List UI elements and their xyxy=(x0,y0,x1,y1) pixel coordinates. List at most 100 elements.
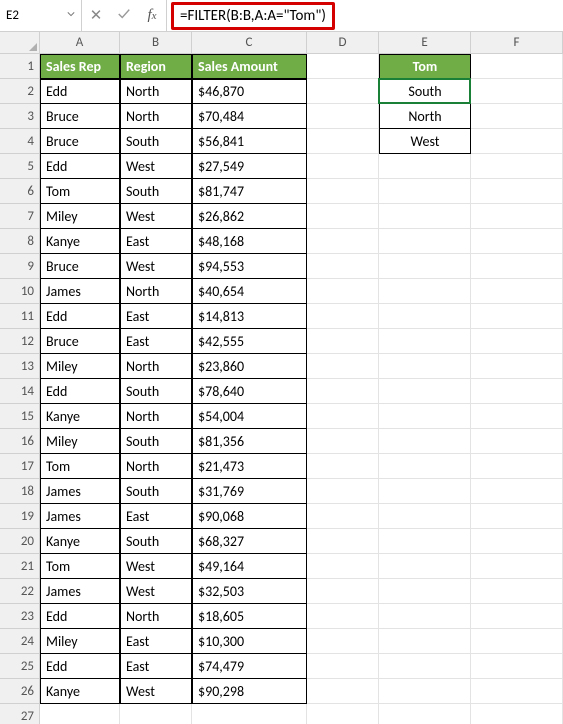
cell-D2[interactable] xyxy=(307,79,379,104)
cell-B18[interactable]: South xyxy=(120,479,192,504)
cell-E4[interactable]: West xyxy=(379,129,471,154)
row-header-10[interactable]: 10 xyxy=(0,279,40,304)
cell-E17[interactable] xyxy=(379,454,471,479)
cell-B22[interactable]: West xyxy=(120,579,192,604)
cell-D4[interactable] xyxy=(307,129,379,154)
cell-B13[interactable]: North xyxy=(120,354,192,379)
formula-input-wrap[interactable]: =FILTER(B:B,A:A="Tom") xyxy=(167,0,563,31)
cell-E16[interactable] xyxy=(379,429,471,454)
cell-C8[interactable]: $48,168 xyxy=(192,229,307,254)
cell-B19[interactable]: East xyxy=(120,504,192,529)
cell-C15[interactable]: $54,004 xyxy=(192,404,307,429)
cell-B7[interactable]: West xyxy=(120,204,192,229)
row-header-17[interactable]: 17 xyxy=(0,454,40,479)
cell-D11[interactable] xyxy=(307,304,379,329)
cell-E19[interactable] xyxy=(379,504,471,529)
insert-function-button[interactable]: fx xyxy=(138,0,166,31)
cell-E12[interactable] xyxy=(379,329,471,354)
name-box[interactable]: E2 xyxy=(0,0,82,31)
cell-A25[interactable]: Edd xyxy=(40,654,120,679)
cell-E20[interactable] xyxy=(379,529,471,554)
cell-B25[interactable]: East xyxy=(120,654,192,679)
cell-A26[interactable]: Kanye xyxy=(40,679,120,704)
row-header-3[interactable]: 3 xyxy=(0,104,40,129)
row-header-25[interactable]: 25 xyxy=(0,654,40,679)
column-header-C[interactable]: C xyxy=(192,32,307,53)
cell-D3[interactable] xyxy=(307,104,379,129)
cell-B16[interactable]: South xyxy=(120,429,192,454)
cell-F13[interactable] xyxy=(471,354,563,379)
cell-C10[interactable]: $40,654 xyxy=(192,279,307,304)
cell-A19[interactable]: James xyxy=(40,504,120,529)
cell-D7[interactable] xyxy=(307,204,379,229)
select-all-triangle[interactable] xyxy=(0,32,40,54)
cell-B14[interactable]: South xyxy=(120,379,192,404)
cell-C7[interactable]: $26,862 xyxy=(192,204,307,229)
cell-F17[interactable] xyxy=(471,454,563,479)
row-header-15[interactable]: 15 xyxy=(0,404,40,429)
cell-D1[interactable] xyxy=(307,54,379,79)
cell-A16[interactable]: Miley xyxy=(40,429,120,454)
cell-B23[interactable]: North xyxy=(120,604,192,629)
cancel-button[interactable]: ✕ xyxy=(82,0,110,31)
row-header-9[interactable]: 9 xyxy=(0,254,40,279)
cell-A8[interactable]: Kanye xyxy=(40,229,120,254)
row-header-23[interactable]: 23 xyxy=(0,604,40,629)
cell-B3[interactable]: North xyxy=(120,104,192,129)
cell-F5[interactable] xyxy=(471,154,563,179)
row-header-19[interactable]: 19 xyxy=(0,504,40,529)
cell-B8[interactable]: East xyxy=(120,229,192,254)
cell-F21[interactable] xyxy=(471,554,563,579)
row-header-11[interactable]: 11 xyxy=(0,304,40,329)
cell-C3[interactable]: $70,484 xyxy=(192,104,307,129)
cell-F25[interactable] xyxy=(471,654,563,679)
cell-D22[interactable] xyxy=(307,579,379,604)
cell-A4[interactable]: Bruce xyxy=(40,129,120,154)
cell-E7[interactable] xyxy=(379,204,471,229)
cell-E6[interactable] xyxy=(379,179,471,204)
cell-F4[interactable] xyxy=(471,129,563,154)
cell-A18[interactable]: James xyxy=(40,479,120,504)
cell-C9[interactable]: $94,553 xyxy=(192,254,307,279)
row-header-4[interactable]: 4 xyxy=(0,129,40,154)
cell-A27[interactable] xyxy=(40,704,120,724)
cell-A2[interactable]: Edd xyxy=(40,79,120,104)
cell-C22[interactable]: $32,503 xyxy=(192,579,307,604)
cell-E22[interactable] xyxy=(379,579,471,604)
cell-D25[interactable] xyxy=(307,654,379,679)
cell-B20[interactable]: South xyxy=(120,529,192,554)
cell-A6[interactable]: Tom xyxy=(40,179,120,204)
cell-A11[interactable]: Edd xyxy=(40,304,120,329)
cell-E11[interactable] xyxy=(379,304,471,329)
cell-B11[interactable]: East xyxy=(120,304,192,329)
column-header-E[interactable]: E xyxy=(379,32,471,53)
cell-B1[interactable]: Region xyxy=(120,54,192,79)
cell-F23[interactable] xyxy=(471,604,563,629)
row-header-7[interactable]: 7 xyxy=(0,204,40,229)
cell-C19[interactable]: $90,068 xyxy=(192,504,307,529)
cell-F1[interactable] xyxy=(471,54,563,79)
cell-D14[interactable] xyxy=(307,379,379,404)
column-header-B[interactable]: B xyxy=(120,32,192,53)
cell-A10[interactable]: James xyxy=(40,279,120,304)
cell-A3[interactable]: Bruce xyxy=(40,104,120,129)
cell-F7[interactable] xyxy=(471,204,563,229)
cell-A23[interactable]: Edd xyxy=(40,604,120,629)
cell-E27[interactable] xyxy=(379,704,471,724)
column-header-D[interactable]: D xyxy=(307,32,379,53)
cell-A17[interactable]: Tom xyxy=(40,454,120,479)
cell-E25[interactable] xyxy=(379,654,471,679)
cell-E13[interactable] xyxy=(379,354,471,379)
cell-D19[interactable] xyxy=(307,504,379,529)
cell-D24[interactable] xyxy=(307,629,379,654)
cell-E10[interactable] xyxy=(379,279,471,304)
cell-F19[interactable] xyxy=(471,504,563,529)
cell-B21[interactable]: West xyxy=(120,554,192,579)
cell-E26[interactable] xyxy=(379,679,471,704)
cell-F8[interactable] xyxy=(471,229,563,254)
cell-F3[interactable] xyxy=(471,104,563,129)
cell-F9[interactable] xyxy=(471,254,563,279)
cell-F26[interactable] xyxy=(471,679,563,704)
cell-A20[interactable]: Kanye xyxy=(40,529,120,554)
cell-B12[interactable]: East xyxy=(120,329,192,354)
